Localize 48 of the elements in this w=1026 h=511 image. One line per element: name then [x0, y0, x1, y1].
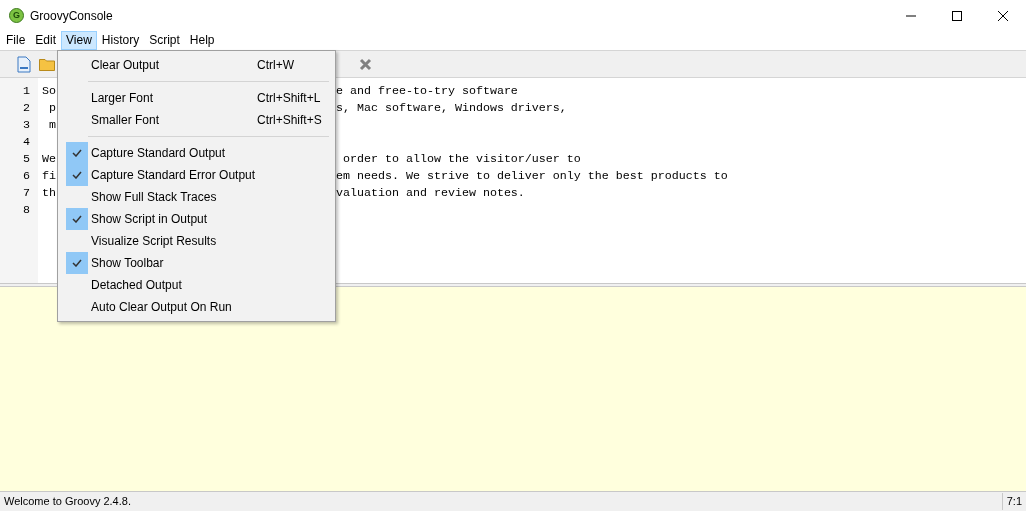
- line-number: 5: [23, 152, 30, 166]
- menu-option[interactable]: Clear Output: [91, 56, 257, 74]
- line-number: 2: [23, 101, 30, 115]
- menu-option[interactable]: Smaller Font: [91, 111, 257, 129]
- code-text: We: [42, 152, 56, 166]
- menu-item[interactable]: History: [96, 31, 145, 50]
- new-file-icon[interactable]: [17, 55, 31, 73]
- app-icon: G: [9, 8, 24, 23]
- window-title: GroovyConsole: [30, 7, 113, 25]
- line-number: 3: [23, 118, 30, 132]
- close-icon[interactable]: [998, 10, 1008, 21]
- shortcut-label: Ctrl+Shift+L: [257, 90, 321, 107]
- menu-option[interactable]: Detached Output: [91, 276, 257, 294]
- code-text: th: [42, 186, 56, 200]
- menu-item[interactable]: View: [61, 31, 97, 50]
- delete-icon[interactable]: [359, 57, 372, 71]
- shortcut-label: Ctrl+Shift+S: [257, 112, 322, 129]
- code-text: p: [48, 101, 56, 115]
- shortcut-label: Ctrl+W: [257, 57, 294, 74]
- menu-option[interactable]: Auto Clear Output On Run: [91, 298, 257, 316]
- line-number: 7: [23, 186, 30, 200]
- maximize-icon[interactable]: [952, 10, 962, 21]
- folder-icon[interactable]: [39, 57, 55, 71]
- cursor-position: 7:1: [1001, 493, 1026, 510]
- line-number: 1: [23, 84, 30, 98]
- menu-option[interactable]: Visualize Script Results: [91, 232, 257, 250]
- menu-option[interactable]: Capture Standard Output: [91, 144, 257, 162]
- menu-item[interactable]: File: [1, 31, 31, 50]
- code-text: s, Mac software, Windows drivers,: [336, 100, 567, 117]
- code-text: m: [48, 118, 56, 132]
- status-message: Welcome to Groovy 2.4.8.: [4, 494, 132, 510]
- code-text: valuation and review notes.: [336, 185, 525, 202]
- menu-item[interactable]: Script: [144, 31, 185, 50]
- menu-item[interactable]: Help: [184, 31, 220, 50]
- code-text: fi: [42, 169, 56, 183]
- menu-option[interactable]: Larger Font: [91, 89, 257, 107]
- menu-item[interactable]: Edit: [30, 31, 62, 50]
- code-text: So: [42, 84, 56, 98]
- menu-option[interactable]: Show Full Stack Traces: [91, 188, 257, 206]
- line-number: 4: [23, 135, 30, 149]
- code-text: em needs. We strive to deliver only the best products to: [336, 168, 728, 185]
- menu-option[interactable]: Show Toolbar: [91, 254, 257, 272]
- menu-option[interactable]: Capture Standard Error Output: [91, 166, 257, 184]
- code-text: order to allow the visitor/user to: [342, 151, 581, 168]
- code-text: e and free-to-try software: [336, 83, 518, 100]
- menu-option[interactable]: Show Script in Output: [91, 210, 257, 228]
- line-number: 8: [23, 203, 30, 217]
- line-number: 6: [23, 169, 30, 183]
